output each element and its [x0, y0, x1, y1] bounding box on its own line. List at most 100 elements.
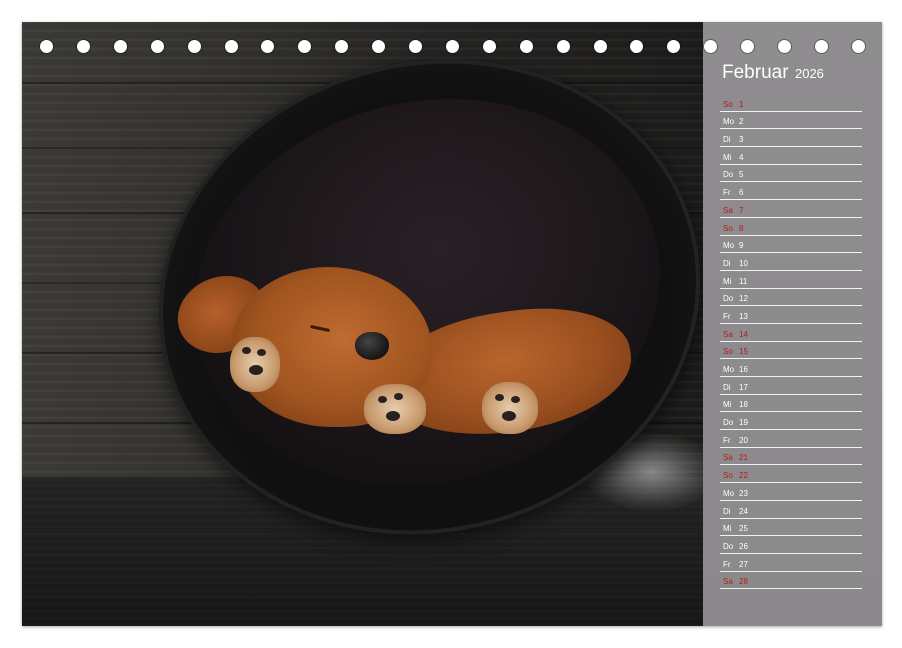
day-row: So 1: [720, 94, 862, 112]
day-row: Sa 7: [720, 200, 862, 218]
weekday-label: Fr: [723, 559, 731, 569]
weekday-label: Sa: [723, 577, 733, 587]
binding-ring: [778, 40, 791, 53]
binding-ring: [519, 40, 533, 53]
day-number: 4: [739, 152, 744, 162]
day-number: 15: [739, 347, 748, 357]
weekday-label: Fr: [723, 435, 731, 445]
binding-ring: [224, 40, 238, 53]
day-number: 25: [739, 524, 748, 534]
day-row: Fr 20: [720, 430, 862, 448]
day-list: So 1 Mo 2 Di 3 Mi 4 Do 5 Fr 6 Sa 7 So 8 Mo 9 Di 10 Mi 11 Do 12 F…: [720, 94, 862, 590]
binding-ring: [150, 40, 164, 53]
weekday-label: Sa: [723, 205, 733, 215]
day-row: Sa 14: [720, 324, 862, 342]
day-row: Di 10: [720, 253, 862, 271]
day-number: 24: [739, 506, 748, 516]
day-row: So 15: [720, 342, 862, 360]
day-number: 6: [739, 188, 744, 198]
binding-ring: [298, 40, 312, 53]
binding-ring: [482, 40, 496, 53]
binding-ring: [409, 40, 422, 53]
day-row: Mo 9: [720, 236, 862, 254]
day-row: Do 12: [720, 289, 862, 307]
day-number: 16: [739, 365, 748, 374]
weekday-label: Do: [723, 170, 734, 180]
day-number: 26: [739, 541, 748, 551]
day-number: 9: [739, 241, 744, 251]
day-row: Sa 28: [720, 572, 862, 590]
weekday-label: So: [723, 471, 733, 481]
weekday-label: Di: [723, 258, 731, 268]
binding-ring: [704, 40, 718, 53]
day-row: Mi 25: [720, 519, 862, 537]
weekday-label: Do: [723, 418, 734, 428]
day-row: Mo 16: [720, 359, 862, 377]
weekday-label: So: [723, 99, 733, 109]
day-number: 8: [739, 223, 744, 233]
weekday-label: Mi: [723, 152, 732, 162]
day-row: Mo 2: [720, 112, 862, 130]
binding-ring: [113, 40, 127, 53]
binding-ring: [630, 40, 644, 53]
puppy-paw: [482, 382, 538, 434]
binding-ring: [814, 40, 828, 53]
weekday-label: Fr: [723, 188, 731, 198]
day-row: Fr 6: [720, 182, 862, 201]
day-row: Fr 27: [720, 554, 862, 572]
day-number: 28: [739, 577, 748, 587]
weekday-label: Do: [723, 294, 734, 304]
day-row: Fr 13: [720, 306, 862, 324]
month-name: Februar: [722, 62, 789, 83]
weekday-label: Mi: [723, 524, 732, 534]
day-number: 5: [739, 170, 744, 180]
day-number: 18: [739, 400, 748, 410]
year-label: 2026: [794, 66, 824, 81]
day-row: Mi 11: [720, 271, 862, 289]
day-row: Do 5: [720, 165, 862, 183]
binding-ring: [593, 40, 607, 53]
day-row: Di 17: [720, 377, 862, 395]
day-number: 14: [739, 329, 748, 339]
binding-ring: [445, 40, 459, 53]
binding-ring: [187, 40, 201, 53]
puppy-photo: [22, 22, 751, 626]
binding-ring: [372, 40, 386, 53]
binding-ring: [851, 40, 865, 53]
weekday-label: Mi: [723, 276, 732, 286]
calendar-panel: Februar 2026 So 1 Mo 2 Di 3 Mi 4 Do 5 Fr 6 Sa 7 So 8 Mo 9…: [703, 22, 882, 626]
calendar-page: Februar 2026 So 1 Mo 2 Di 3 Mi 4 Do 5 Fr 6 Sa 7 So 8 Mo 9…: [22, 22, 882, 626]
puppy-nose: [355, 332, 389, 360]
binding-ring: [556, 40, 570, 53]
day-number: 7: [739, 205, 744, 215]
day-row: Do 19: [720, 412, 862, 431]
weekday-label: Do: [723, 541, 734, 551]
binding-ring: [741, 40, 755, 53]
binding-ring: [76, 40, 90, 53]
weekday-label: Mo: [723, 241, 735, 251]
binding-ring: [335, 40, 349, 53]
weekday-label: Sa: [723, 453, 733, 463]
weekday-label: Sa: [723, 329, 733, 339]
day-number: 20: [739, 435, 748, 445]
day-number: 13: [739, 311, 748, 321]
day-row: Do 26: [720, 536, 862, 554]
day-row: So 22: [720, 465, 862, 484]
day-number: 21: [739, 453, 748, 463]
day-row: Sa 21: [720, 448, 862, 466]
weekday-label: Fr: [723, 311, 731, 321]
binding-ring: [261, 40, 275, 53]
day-row: Mo 23: [720, 483, 862, 501]
weekday-label: So: [723, 223, 733, 233]
day-number: 12: [739, 294, 748, 304]
day-row: So 8: [720, 218, 862, 236]
weekday-label: Mo: [723, 488, 735, 498]
weekday-label: Mo: [723, 365, 735, 374]
day-number: 19: [739, 418, 748, 428]
day-number: 10: [739, 258, 748, 268]
weekday-label: Di: [723, 135, 731, 145]
day-number: 17: [739, 382, 748, 392]
day-row: Di 24: [720, 501, 862, 519]
day-number: 27: [739, 559, 748, 569]
day-row: Di 3: [720, 129, 862, 148]
